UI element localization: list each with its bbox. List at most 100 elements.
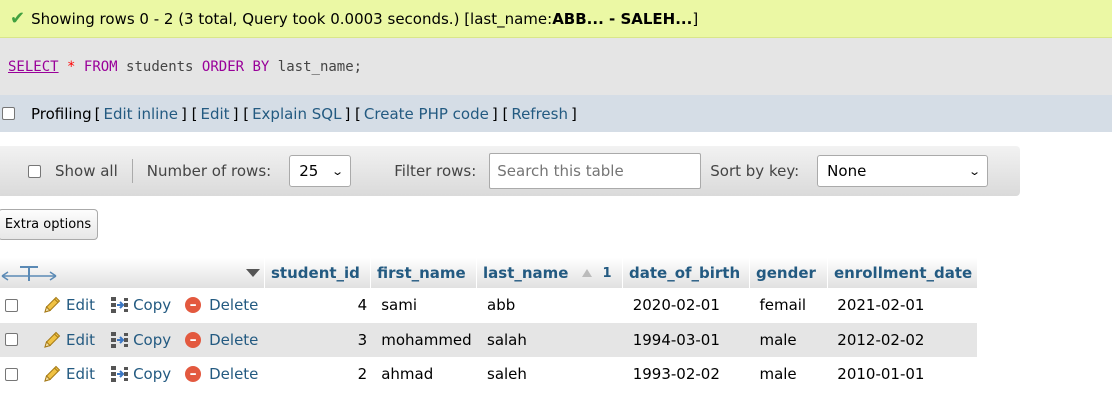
row-actions: Edit Copy – Delete xyxy=(0,330,269,350)
sql-table: students xyxy=(126,58,194,75)
profiling-checkbox[interactable] xyxy=(2,107,15,120)
sql-column: last_name; xyxy=(277,58,363,75)
cell-gender[interactable]: femail xyxy=(753,296,831,314)
navigation-panel: Show all Number of rows: 25 ⌄ Filter row… xyxy=(0,146,1020,196)
sql-query-box: SELECT * FROM students ORDER BY last_nam… xyxy=(0,38,1112,95)
filter-label: Filter rows: xyxy=(394,162,477,180)
row-delete-label[interactable]: Delete xyxy=(209,365,258,383)
cell-last-name[interactable]: saleh xyxy=(481,365,627,383)
row-delete-label[interactable]: Delete xyxy=(209,296,258,314)
refresh-link[interactable]: Refresh xyxy=(511,105,568,123)
column-header-date-of-birth[interactable]: date_of_birth xyxy=(622,258,749,288)
row-actions: Edit Copy – Delete xyxy=(0,295,269,315)
edit-inline-link[interactable]: Edit inline xyxy=(103,105,178,123)
profiling-label: Profiling xyxy=(31,104,92,123)
row-edit-label[interactable]: Edit xyxy=(66,331,95,349)
sql-from: FROM xyxy=(83,58,118,75)
sql-star: * xyxy=(67,58,76,75)
cell-enrollment-date[interactable]: 2021-02-01 xyxy=(831,296,977,314)
cell-student-id[interactable]: 4 xyxy=(269,296,375,314)
explain-sql-link[interactable]: Explain SQL xyxy=(252,105,341,123)
options-dropdown-icon[interactable] xyxy=(246,268,260,278)
cell-gender[interactable]: male xyxy=(753,365,831,383)
column-header-gender[interactable]: gender xyxy=(749,258,827,288)
cell-date-of-birth[interactable]: 1994-03-01 xyxy=(627,331,754,349)
message-suffix: ] xyxy=(692,9,699,28)
chevron-down-icon: ⌄ xyxy=(968,164,982,178)
sort-select-value: None xyxy=(827,162,867,180)
sql-select-link[interactable]: SELECT xyxy=(8,59,59,75)
row-delete-button[interactable]: – Delete xyxy=(185,365,258,383)
cell-gender[interactable]: male xyxy=(753,331,831,349)
row-edit-button[interactable]: Edit xyxy=(42,295,95,315)
search-input[interactable]: Search this table xyxy=(489,153,702,189)
delete-icon: – xyxy=(185,297,202,314)
cell-student-id[interactable]: 2 xyxy=(269,365,375,383)
row-delete-button[interactable]: – Delete xyxy=(185,331,258,349)
row-delete-button[interactable]: – Delete xyxy=(185,296,258,314)
row-checkbox[interactable] xyxy=(5,298,18,312)
cell-date-of-birth[interactable]: 1993-02-02 xyxy=(627,365,754,383)
row-checkbox[interactable] xyxy=(5,367,18,381)
show-all-checkbox[interactable] xyxy=(28,164,41,178)
header-controls xyxy=(0,258,264,288)
rows-label: Number of rows: xyxy=(146,162,272,180)
results-table: student_id first_name last_name 1 date_o… xyxy=(0,258,977,392)
row-edit-label[interactable]: Edit xyxy=(66,365,95,383)
row-copy-label[interactable]: Copy xyxy=(133,365,171,383)
copy-icon xyxy=(111,331,129,348)
copy-icon xyxy=(111,297,129,314)
show-all-label: Show all xyxy=(55,162,118,180)
row-edit-label[interactable]: Edit xyxy=(66,296,95,314)
table-header: student_id first_name last_name 1 date_o… xyxy=(0,258,977,288)
sort-order-number: 1 xyxy=(602,265,612,281)
column-resize-icon[interactable] xyxy=(0,263,58,283)
pencil-icon xyxy=(44,366,61,382)
row-copy-button[interactable]: Copy xyxy=(109,295,171,315)
row-checkbox[interactable] xyxy=(5,333,18,347)
sort-label: Sort by key: xyxy=(710,162,800,180)
rows-select[interactable]: 25 ⌄ xyxy=(289,155,352,187)
row-copy-label[interactable]: Copy xyxy=(133,331,171,349)
column-header-first-name[interactable]: first_name xyxy=(370,258,476,288)
message-range: ABB... - SALEH... xyxy=(552,9,693,28)
table-row: Edit Copy – Delete 2 ahmad saleh 1993-02… xyxy=(0,357,977,392)
extra-options-button[interactable]: Extra options xyxy=(0,209,98,240)
table-row: Edit Copy – Delete 3 mohammed salah 1994… xyxy=(0,322,977,357)
delete-icon: – xyxy=(185,366,202,383)
pencil-icon xyxy=(44,331,61,348)
row-copy-button[interactable]: Copy xyxy=(109,364,171,384)
row-edit-button[interactable]: Edit xyxy=(42,330,95,350)
copy-icon xyxy=(111,366,129,383)
cell-first-name[interactable]: ahmad xyxy=(375,365,481,383)
create-php-code-link[interactable]: Create PHP code xyxy=(364,105,489,123)
profiling-bar: Profiling [Edit inline] [Edit] [Explain … xyxy=(0,95,1112,132)
sort-ascending-icon xyxy=(582,269,593,277)
row-copy-label[interactable]: Copy xyxy=(133,296,171,314)
row-edit-button[interactable]: Edit xyxy=(42,364,95,384)
search-placeholder: Search this table xyxy=(497,162,624,180)
column-header-enrollment-date[interactable]: enrollment_date xyxy=(827,258,973,288)
rows-select-value: 25 xyxy=(299,162,319,180)
cell-first-name[interactable]: mohammed xyxy=(375,331,481,349)
cell-enrollment-date[interactable]: 2012-02-02 xyxy=(831,331,977,349)
row-copy-button[interactable]: Copy xyxy=(109,330,171,350)
cell-student-id[interactable]: 3 xyxy=(269,331,375,349)
edit-link[interactable]: Edit xyxy=(201,105,230,123)
table-row: Edit Copy – Delete 4 sami abb 2020-02-01… xyxy=(0,288,977,323)
chevron-down-icon: ⌄ xyxy=(331,164,345,178)
column-header-student-id[interactable]: student_id xyxy=(264,258,370,288)
sql-order-by: ORDER BY xyxy=(201,58,270,75)
sort-select[interactable]: None ⌄ xyxy=(817,155,989,187)
pencil-icon xyxy=(44,297,61,313)
divider xyxy=(131,159,133,183)
cell-date-of-birth[interactable]: 2020-02-01 xyxy=(627,296,754,314)
cell-enrollment-date[interactable]: 2010-01-01 xyxy=(831,365,977,383)
cell-last-name[interactable]: salah xyxy=(481,331,627,349)
column-header-last-name[interactable]: last_name 1 xyxy=(476,258,622,288)
message-prefix: Showing rows 0 - 2 (3 total, Query took … xyxy=(31,9,553,28)
delete-icon: – xyxy=(185,331,202,348)
row-delete-label[interactable]: Delete xyxy=(209,331,258,349)
cell-last-name[interactable]: abb xyxy=(481,296,627,314)
cell-first-name[interactable]: sami xyxy=(375,296,481,314)
